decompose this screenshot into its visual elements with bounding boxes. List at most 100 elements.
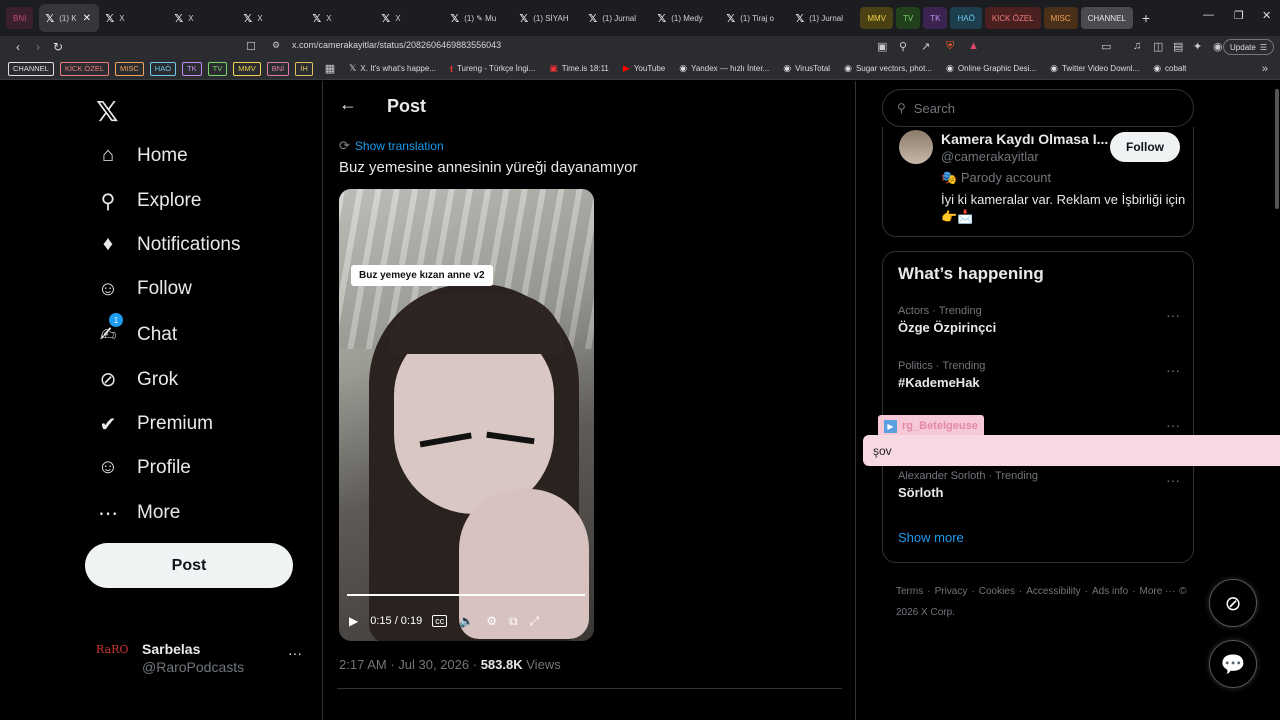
bookmark-folder[interactable]: BNİ [266,61,290,76]
sidebar-toggle-icon[interactable]: ▭ [1101,40,1111,53]
update-button[interactable]: Update ☰ [1223,39,1274,55]
bookmark-folder[interactable]: İH [295,61,313,76]
browser-tab[interactable]: 𝕏 (1) K ✕ [39,4,100,32]
tab-group-label[interactable]: KİCK ÖZEL [984,7,1041,29]
show-translation-link[interactable]: ⟳ Show translation [339,138,444,154]
trend-item[interactable]: Actors · Trending Özge Özpirinçci ··· [898,305,1180,335]
tab-group-label[interactable]: CHANNEL [1080,7,1133,29]
brave-shield-icon[interactable]: ⛨ [946,40,954,53]
sidebar-item-more[interactable]: ⋯ More [96,501,180,526]
vpn-icon[interactable]: ◉ [1213,40,1223,53]
footer-link[interactable]: Terms [896,586,923,597]
footer-link[interactable]: Cookies [979,586,1015,597]
bookmark-link[interactable]: ◉ Twitter Video Downl... [1050,63,1139,74]
chat-fab-icon[interactable]: 💬 [1209,640,1257,688]
search-input[interactable]: ⚲ Search [882,89,1194,127]
ai-icon[interactable]: ✦ [1193,40,1202,53]
bookmark-folder[interactable]: TV [207,61,228,76]
sidebar-item-explore[interactable]: ⚲ Explore [96,189,202,214]
fullscreen-icon[interactable]: ⤢ [530,614,540,629]
browser-tab[interactable]: 𝕏X [237,4,306,32]
back-arrow-icon[interactable]: ← [339,94,357,115]
browser-tab[interactable]: 𝕏 (1) Jurnal [789,4,858,32]
footer-link[interactable]: More ··· [1140,586,1176,597]
x-logo-icon[interactable]: 𝕏 [96,95,119,128]
bookmark-folder[interactable]: MMV [233,61,261,76]
account-more-icon[interactable]: ··· [288,645,302,661]
close-tab-icon[interactable]: ✕ [83,13,91,24]
apps-grid-icon[interactable]: ▦ [325,62,335,75]
footer-link[interactable]: Ads info [1092,586,1128,597]
share-icon[interactable]: ↗ [921,40,930,53]
sidebar-item-chat[interactable]: ✍ 1 Chat [96,313,177,347]
settings-icon[interactable]: ⚙ [486,614,497,628]
new-tab-button[interactable]: + [1142,10,1150,26]
browser-tab[interactable]: 𝕏X [306,4,375,32]
browser-tab[interactable]: 𝕏X [99,4,168,32]
sidebar-item-follow[interactable]: ☺ Follow [96,278,192,301]
footer-link[interactable]: Privacy [935,586,968,597]
sidebar-item-premium[interactable]: ✔ Premium [96,412,213,437]
url-field[interactable]: x.com/camerakayitlar/status/208260646988… [292,40,501,50]
tab-group-label[interactable]: TK [923,7,948,29]
play-icon[interactable]: ▶ [349,614,358,628]
bookmark-link[interactable]: ◉ cobalt [1153,63,1186,74]
sidebar-item-profile[interactable]: ☺ Profile [96,456,191,479]
site-info-icon[interactable]: ⚙ [272,40,280,51]
video-progress-bar[interactable] [347,594,585,596]
trend-more-icon[interactable]: ··· [1166,472,1180,488]
footer-link[interactable]: Accessibility [1026,586,1080,597]
brave-rewards-icon[interactable]: ▲ [968,40,979,52]
sidebar-item-notifications[interactable]: ♦ Notifications [96,233,241,256]
bookmark-folder[interactable]: KİCK ÖZEL [59,61,110,76]
zoom-icon[interactable]: ⚲ [899,40,907,53]
bookmark-icon[interactable]: ☐ [246,40,256,53]
tweet-time[interactable]: 2:17 AM [339,657,387,672]
browser-tab[interactable]: 𝕏 (1) Jurnal [582,4,651,32]
browser-tab[interactable]: 𝕏X [375,4,444,32]
bookmark-folder[interactable]: CHANNEL [8,61,54,76]
wallet-icon[interactable]: ▤ [1173,40,1183,53]
sidebar-item-grok[interactable]: ⊘ Grok [96,367,179,392]
sidebar-item-home[interactable]: ⌂ Home [96,144,188,167]
close-window-icon[interactable]: ✕ [1262,9,1271,22]
tab-group-label[interactable]: MISC [1043,7,1078,29]
browser-tab[interactable]: 𝕏X [168,4,237,32]
browser-tab[interactable]: 𝕏 (1) Tiraj o [720,4,789,32]
tweet-date[interactable]: Jul 30, 2026 [398,657,469,672]
bookmarks-overflow-icon[interactable]: » [1262,63,1268,75]
panel-icon[interactable]: ◫ [1153,40,1163,53]
trend-more-icon[interactable]: ··· [1166,417,1180,433]
post-button[interactable]: Post [85,543,293,588]
browser-tab[interactable]: 𝕏 (1) ✎ Mu [444,4,513,32]
video-player[interactable]: Buz yemeye kızan anne v2 ▶ 0:15 / 0:19 c… [339,189,594,641]
scrollbar[interactable] [1275,89,1279,209]
bookmark-link[interactable]: ◉ Online Graphic Desi... [946,63,1036,74]
volume-icon[interactable]: 🔈 [459,614,474,628]
trend-item[interactable]: Alexander Sorloth · Trending Sörloth ··· [898,470,1180,500]
bookmark-folder[interactable]: MISC [115,61,144,76]
trend-item[interactable]: Politics · Trending #KademeHak ··· [898,360,1180,390]
bookmark-link[interactable]: 𝕏 X. It's what's happe... [349,63,436,74]
minimize-icon[interactable]: — [1203,9,1214,21]
browser-tab[interactable]: 𝕏 (1) Medy [651,4,720,32]
tab-group-label[interactable]: BNİ [6,7,34,29]
show-more-link[interactable]: Show more [898,530,964,545]
browser-tab[interactable]: 𝕏 (1) SİYAH [513,4,582,32]
bookmark-folder[interactable]: TK [182,61,202,76]
follow-button[interactable]: Follow [1110,132,1180,162]
bookmark-folder[interactable]: HAÖ [149,61,177,76]
screen-icon[interactable]: ▣ [877,40,887,53]
bookmark-link[interactable]: ▶ YouTube [623,63,665,74]
restore-icon[interactable]: ❐ [1234,9,1244,22]
tab-group-label[interactable]: HAÖ [950,7,982,29]
tab-group-label[interactable]: MMV [860,7,894,29]
bookmark-link[interactable]: t Tureng - Türkçe İngi... [450,64,535,74]
forward-icon[interactable]: › [28,40,48,54]
music-icon[interactable]: ♫ [1133,40,1141,52]
pip-icon[interactable]: ⧉ [509,614,518,629]
trend-more-icon[interactable]: ··· [1166,307,1180,323]
trend-more-icon[interactable]: ··· [1166,362,1180,378]
bookmark-link[interactable]: ◉ Sugar vectors, phot... [844,63,932,74]
reload-icon[interactable]: ↻ [48,40,68,54]
